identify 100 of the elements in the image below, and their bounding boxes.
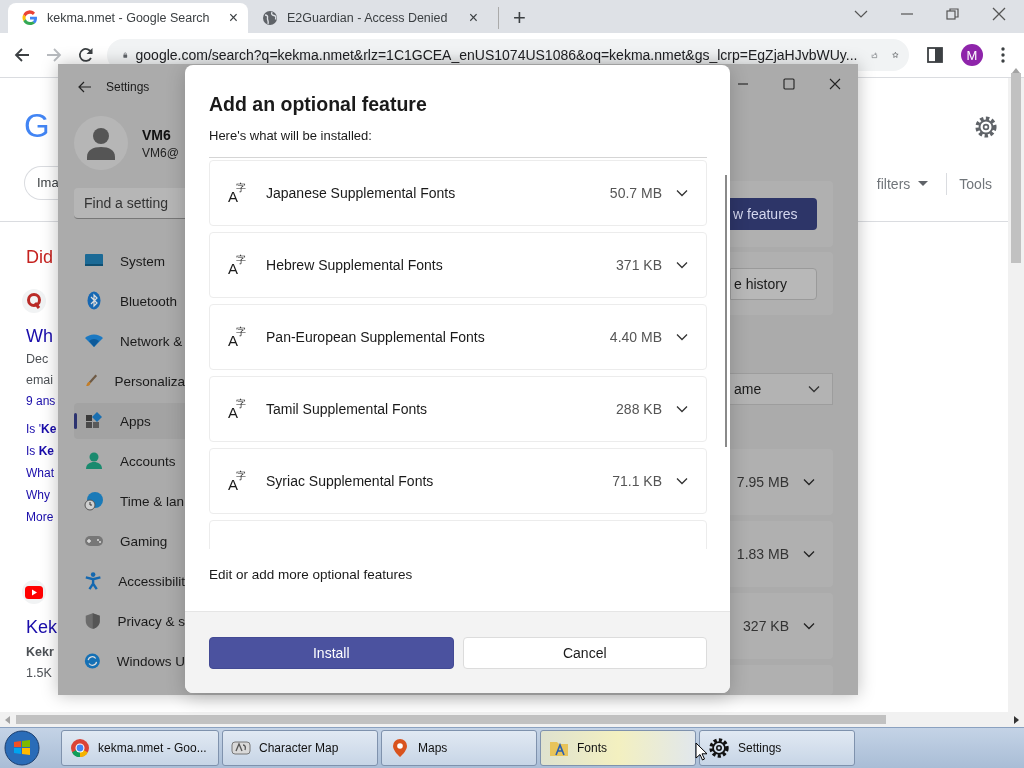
scrollbar-thumb[interactable] bbox=[725, 175, 727, 447]
nav-item[interactable]: Windows U bbox=[74, 643, 185, 679]
google-icon bbox=[22, 10, 38, 26]
mouse-pointer-icon bbox=[695, 742, 707, 761]
maximize-icon[interactable] bbox=[783, 78, 795, 90]
nav-item[interactable]: Personaliza bbox=[74, 363, 185, 399]
user-name: VM6 bbox=[142, 126, 172, 143]
clock-globe-icon bbox=[84, 491, 104, 511]
view-features-button[interactable]: w features bbox=[730, 198, 817, 230]
settings-icon bbox=[974, 115, 998, 139]
close-tab-button[interactable]: × bbox=[468, 10, 478, 26]
browser-logo-icon bbox=[70, 738, 90, 758]
chevron-down-icon bbox=[676, 405, 688, 413]
sort-dropdown[interactable]: ame bbox=[730, 373, 833, 405]
taskbar-button[interactable]: Character Map bbox=[222, 730, 378, 766]
video-play-icon bbox=[25, 585, 43, 599]
profile-avatar[interactable]: M bbox=[961, 44, 983, 66]
chevron-down-icon bbox=[803, 622, 815, 630]
site-logo-icon bbox=[26, 292, 42, 310]
character-map-icon bbox=[231, 738, 251, 758]
apps-icon bbox=[84, 411, 104, 431]
window-title: Settings bbox=[106, 80, 150, 94]
chevron-down-icon bbox=[676, 333, 688, 341]
feature-size: 327 KB bbox=[743, 618, 789, 634]
new-tab-button[interactable]: + bbox=[498, 7, 526, 29]
start-orb-icon[interactable] bbox=[4, 730, 40, 766]
result-title-link[interactable]: Wh bbox=[26, 323, 53, 349]
install-button[interactable]: Install bbox=[209, 636, 454, 669]
nav-item[interactable]: Privacy & s bbox=[74, 603, 185, 639]
dialog-subtitle: Here's what will be installed: bbox=[209, 128, 373, 143]
close-tab-button[interactable]: × bbox=[228, 10, 238, 26]
result-snippet: emai bbox=[26, 372, 54, 389]
feature-size: 7.95 MB bbox=[736, 474, 789, 490]
taskbar-button[interactable]: Settings bbox=[699, 730, 855, 766]
result-snippet: Dec bbox=[26, 351, 49, 368]
nav-item[interactable]: Gaming bbox=[74, 523, 185, 559]
browser-tab[interactable]: E2Guardian - Access Denied × bbox=[248, 3, 488, 33]
user-avatar-icon bbox=[74, 116, 128, 170]
close-icon[interactable] bbox=[992, 7, 1006, 21]
scrollbar-thumb[interactable] bbox=[1011, 73, 1021, 263]
menu-icon[interactable] bbox=[1001, 47, 1005, 63]
restore-icon[interactable] bbox=[946, 8, 960, 20]
question-link[interactable]: More bbox=[26, 506, 54, 528]
result-source: Kekr bbox=[26, 644, 54, 661]
search-field[interactable]: Find a setting bbox=[74, 188, 185, 219]
accessibility-icon bbox=[84, 571, 103, 591]
feature-card[interactable]: 7.95 MB bbox=[730, 449, 833, 515]
nav-item[interactable]: Apps bbox=[74, 403, 185, 439]
chevron-down-icon bbox=[803, 478, 815, 486]
scrollbar-thumb[interactable] bbox=[16, 715, 886, 724]
cancel-button[interactable]: Cancel bbox=[462, 636, 707, 669]
dialog-title: Add an optional feature bbox=[209, 92, 428, 116]
scroll-left-icon[interactable] bbox=[5, 715, 10, 724]
chevron-down-icon bbox=[803, 550, 815, 558]
taskbar-button[interactable]: Fonts bbox=[540, 730, 696, 766]
question-link[interactable]: Is Ke bbox=[26, 440, 54, 462]
selection-indicator bbox=[74, 413, 77, 429]
gear-icon bbox=[708, 737, 730, 759]
question-link[interactable]: What bbox=[26, 462, 54, 484]
person-icon bbox=[84, 451, 104, 471]
tab-search-icon bbox=[854, 9, 868, 19]
google-logo[interactable]: G bbox=[24, 108, 58, 144]
reload-icon[interactable] bbox=[77, 46, 95, 64]
question-link[interactable]: Is 'Ke bbox=[26, 418, 57, 440]
feature-size: 1.83 MB bbox=[736, 546, 789, 562]
back-icon[interactable] bbox=[13, 46, 31, 64]
taskbar-button[interactable]: kekma.nmet - Goo... bbox=[61, 730, 219, 766]
tools-button[interactable]: Tools bbox=[959, 176, 992, 192]
side-panel-icon[interactable] bbox=[927, 47, 943, 63]
url-text: google.com/search?q=kekma.nmet&rlz=1C1GCEA_enUS1074US1086&oq=kekma.nmet&gs_lcrp=EgZjaHJvbWUy... bbox=[135, 48, 858, 62]
result-title-link[interactable]: Kek bbox=[26, 614, 58, 640]
horizontal-scrollbar[interactable] bbox=[0, 712, 1024, 727]
did-you-mean-text[interactable]: Did bbox=[26, 247, 53, 267]
browser-tab[interactable]: kekma.nmet - Google Search × bbox=[8, 3, 248, 33]
globe-icon bbox=[262, 10, 278, 26]
nav-item[interactable]: Time & lan bbox=[74, 483, 185, 519]
nav-item[interactable]: Accessibilit bbox=[74, 563, 185, 599]
dropdown-icon bbox=[918, 181, 929, 187]
chevron-down-icon bbox=[676, 189, 688, 197]
filters-button[interactable]: filters bbox=[876, 176, 911, 192]
map-pin-icon bbox=[390, 738, 410, 758]
history-button[interactable]: e history bbox=[730, 267, 817, 300]
result-snippet: 1.5K bbox=[26, 665, 52, 682]
edit-features-link[interactable]: Edit or add more optional features bbox=[209, 567, 707, 582]
taskbar-button[interactable]: Maps bbox=[381, 730, 537, 766]
chevron-down-icon bbox=[676, 261, 688, 269]
shield-icon bbox=[84, 611, 102, 631]
answers-link[interactable]: 9 ans bbox=[26, 391, 56, 412]
feature-card[interactable]: 1.83 MB bbox=[730, 521, 833, 587]
close-icon[interactable] bbox=[829, 78, 841, 90]
chevron-down-icon bbox=[808, 385, 820, 393]
nav-item[interactable]: System bbox=[74, 243, 185, 279]
nav-item[interactable]: Bluetooth bbox=[74, 283, 185, 319]
feature-card[interactable]: 327 KB bbox=[730, 593, 833, 659]
nav-item[interactable]: Accounts bbox=[74, 443, 185, 479]
user-email: VM6@ bbox=[142, 145, 179, 160]
scroll-right-icon[interactable] bbox=[1014, 715, 1019, 724]
back-icon[interactable] bbox=[78, 81, 92, 93]
nav-item[interactable]: Network & bbox=[74, 323, 185, 359]
question-link[interactable]: Why bbox=[26, 484, 50, 506]
